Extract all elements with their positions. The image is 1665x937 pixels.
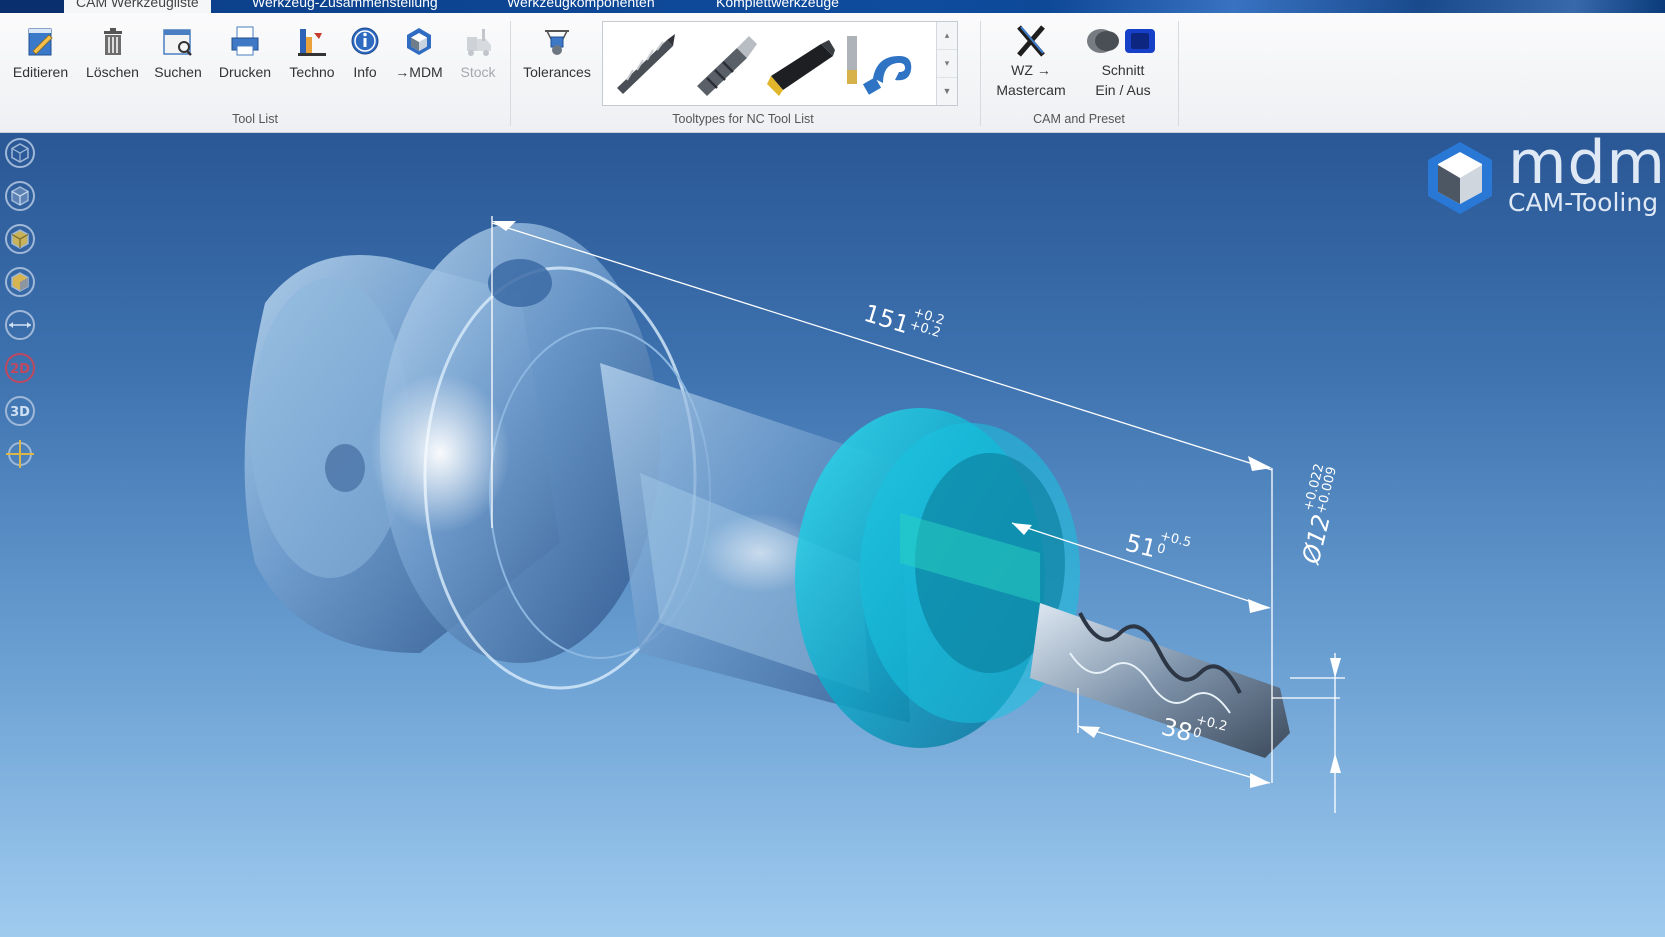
gallery-scroll-up-icon[interactable]: ▴	[937, 22, 957, 50]
view-iso-3-icon[interactable]	[4, 223, 36, 255]
2d-text: 2D	[10, 362, 30, 377]
section-cut-icon	[1087, 29, 1155, 53]
center-icon[interactable]	[4, 438, 36, 470]
tolerances-label: Tolerances	[523, 64, 591, 80]
search-button[interactable]: Suchen	[148, 23, 208, 103]
tab-cam-werkzeugliste[interactable]: CAM Werkzeugliste	[64, 0, 211, 13]
gallery-scroll-down-icon[interactable]: ▾	[937, 50, 957, 78]
tab-komplettwerkzeuge[interactable]: Komplettwerkzeuge	[716, 0, 839, 13]
tolerances-icon	[545, 30, 569, 55]
tooltype-gallery: ▴ ▾ ▼	[602, 21, 958, 106]
wz-mastercam-label-1: WZ →	[1011, 62, 1051, 78]
cam-preset-group-label: CAM and Preset	[1033, 112, 1125, 126]
stock-icon	[467, 29, 491, 56]
techno-icon	[298, 29, 326, 56]
tab-werkzeugkomponenten[interactable]: Werkzeugkomponenten	[507, 0, 655, 13]
tolerances-button[interactable]: Tolerances	[518, 23, 596, 103]
trash-icon	[103, 28, 122, 55]
print-label: Drucken	[218, 64, 272, 80]
wz-mastercam-button[interactable]: WZ → Mastercam	[990, 23, 1072, 103]
gallery-scrollbar[interactable]: ▴ ▾ ▼	[936, 22, 957, 105]
wz-mastercam-label-2: Mastercam	[996, 82, 1066, 98]
reamer-hook-icon[interactable]	[843, 26, 915, 100]
measure-icon[interactable]	[4, 309, 36, 341]
schnitt-label-1: Schnitt	[1101, 62, 1145, 78]
logo-subtitle: CAM-Tooling	[1508, 188, 1659, 217]
3d-viewport[interactable]: 151 +0.2 +0.2 51 +0.5 0 38 +0.2 0 Ø12 +0.022 +0.…	[0, 133, 1665, 937]
application-menu-button[interactable]	[0, 0, 65, 13]
view-iso-1-icon[interactable]	[4, 137, 36, 169]
mdm-cube-logo-icon	[1428, 142, 1492, 214]
ribbon-separator	[510, 21, 511, 126]
edit-icon	[28, 28, 53, 56]
info-label: Info	[353, 64, 377, 80]
end-mill-icon[interactable]	[687, 26, 759, 100]
turning-holder-icon[interactable]	[765, 26, 837, 100]
tab-werkzeug-zusammenstellung[interactable]: Werkzeug-Zusammenstellung	[252, 0, 438, 13]
mdm-logo: mdm CAM-Tooling	[1420, 133, 1665, 218]
search-label: Suchen	[154, 64, 202, 80]
edit-button[interactable]: Editieren	[8, 23, 73, 103]
edit-label: Editieren	[12, 64, 69, 80]
mdm-cube-icon	[407, 28, 431, 55]
ribbon-separator	[1178, 21, 1179, 126]
3d-icon[interactable]: 3D	[4, 395, 36, 427]
info-button[interactable]: Info	[346, 23, 384, 103]
print-icon	[231, 26, 259, 56]
tooltypes-group-label: Tooltypes for NC Tool List	[672, 112, 814, 126]
stock-label: Stock	[460, 64, 496, 80]
search-folder-icon	[163, 29, 192, 56]
stock-button[interactable]: Stock	[454, 23, 502, 103]
print-button[interactable]: Drucken	[214, 23, 276, 103]
tab-strip-decoration	[1050, 0, 1665, 13]
to-mdm-label: →MDM	[395, 64, 443, 80]
to-mdm-button[interactable]: →MDM	[390, 23, 448, 103]
clamping-nut[interactable]	[795, 408, 1080, 748]
tool-list-group-label: Tool List	[232, 112, 278, 126]
delete-label: Löschen	[86, 64, 139, 80]
view-iso-2-icon[interactable]	[4, 180, 36, 212]
schnitt-label-2: Ein / Aus	[1095, 82, 1151, 98]
3d-text: 3D	[10, 405, 30, 420]
info-icon	[351, 27, 379, 55]
gallery-expand-icon[interactable]: ▼	[937, 78, 957, 105]
drill-icon[interactable]	[609, 26, 681, 100]
mastercam-icon	[1017, 25, 1045, 57]
2d-icon[interactable]: 2D	[4, 352, 36, 384]
tool-assembly-render[interactable]	[0, 133, 1665, 937]
schnitt-toggle-button[interactable]: Schnitt Ein / Aus	[1078, 23, 1168, 103]
view-toolbar: 2D 3D	[4, 137, 38, 481]
ribbon-tab-strip: CAM Werkzeugliste Werkzeug-Zusammenstell…	[0, 0, 1665, 13]
ribbon: Editieren Löschen Suchen Drucken Techno …	[0, 13, 1665, 133]
delete-button[interactable]: Löschen	[80, 23, 145, 103]
ribbon-separator	[980, 21, 981, 126]
techno-label: Techno	[289, 64, 335, 80]
view-iso-4-icon[interactable]	[4, 266, 36, 298]
techno-button[interactable]: Techno	[282, 23, 342, 103]
